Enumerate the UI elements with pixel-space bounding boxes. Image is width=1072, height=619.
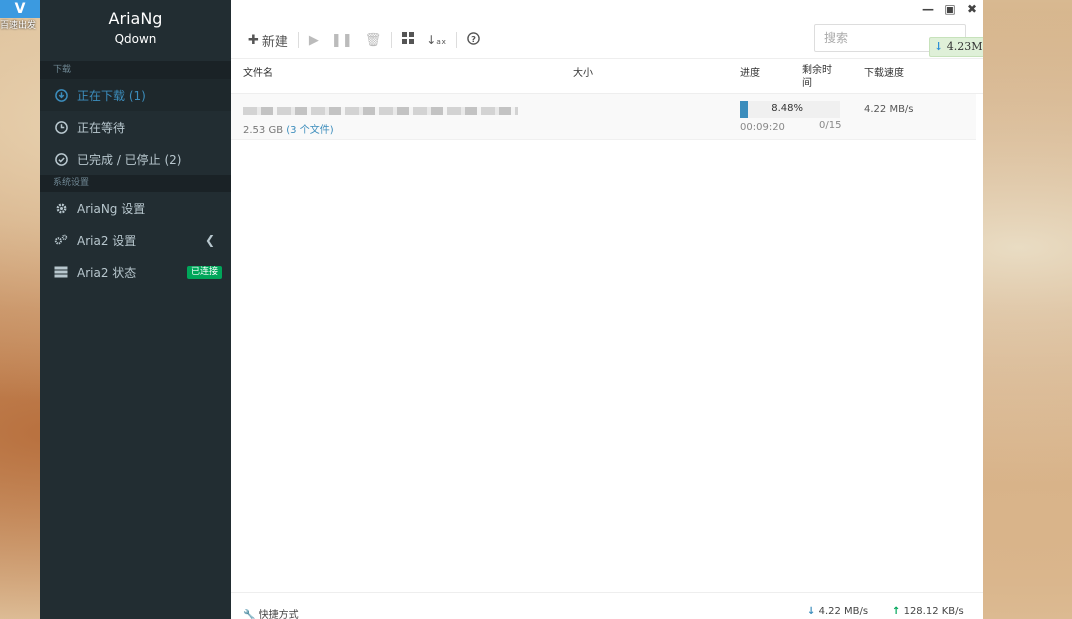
arrow-up-icon: ↑ [892,606,901,617]
global-download-speed: ↓ 4.22 MB/s [807,606,868,617]
check-circle-icon [54,152,68,166]
column-header-speed[interactable]: 下载速度 [864,64,904,79]
task-progress-percent: 8.48% [771,103,803,114]
maximize-icon[interactable]: ▣ [943,2,957,16]
sidebar-item-label: 正在等待 [77,120,126,135]
task-files-link[interactable]: (3 个文件) [286,125,333,136]
sidebar-item-aria2-settings[interactable]: Aria2 设置 ❮ [40,224,231,256]
minimize-icon[interactable]: — [921,2,935,16]
question-circle-icon: ? [467,31,481,49]
section-header-settings: 系统设置 [40,175,231,192]
help-button[interactable]: ? [461,29,486,51]
task-progress-bar: 8.48% [740,101,840,118]
floating-speed-value: 4.23MB/s [946,40,983,53]
svg-text:?: ? [471,33,476,43]
task-download-speed: 4.22 MB/s [864,104,914,115]
sidebar-item-label: Aria2 状态 [77,265,137,280]
task-filename-blurred[interactable] [243,107,518,115]
window-controls: — ▣ ✖ [921,2,979,16]
toolbar-divider [456,32,458,48]
shortcut-label: 快捷方式 [258,610,299,619]
gear-icon [54,201,68,215]
new-task-button[interactable]: ✚ 新建 [242,29,294,51]
task-connections: 0/15 [819,120,842,131]
column-header-size[interactable]: 大小 [573,64,593,79]
sidebar-item-ariang-settings[interactable]: AriaNg 设置 [40,192,231,224]
desktop-shortcut-label: 百速出发 [0,21,37,31]
pause-icon: ❚❚ [330,32,353,48]
ariang-window: AriaNg Qdown 下载 正在下载 (1) 正在等待 已完成 / 已停止 … [40,0,983,619]
task-size: 2.53 GB [243,125,284,136]
task-table-header: 文件名 大小 进度 剩余时间 下载速度 [231,58,983,94]
delete-button[interactable]: 🗑 [359,29,388,51]
section-header-downloads: 下载 [40,62,231,79]
sidebar-item-label: Aria2 设置 [77,233,137,248]
play-icon: ▶ [308,32,319,48]
wrench-icon: 🔧 [243,610,256,619]
sidebar-item-label: AriaNg 设置 [77,201,146,216]
sidebar-item-downloading[interactable]: 正在下载 (1) [40,79,231,111]
table-row[interactable]: 2.53 GB (3 个文件) 8.48% 00:09:20 0/15 4.22… [231,94,976,140]
sidebar-item-aria2-status[interactable]: Aria2 状态 已连接 [40,256,231,288]
sidebar-item-stopped[interactable]: 已完成 / 已停止 (2) [40,143,231,175]
sidebar-item-label: 已完成 / 已停止 (2) [77,152,182,167]
brand-subtitle: Qdown [114,32,157,46]
download-circle-icon [54,88,68,102]
arrow-down-icon: ↓ [807,606,816,617]
pause-button[interactable]: ❚❚ [325,29,359,51]
floating-speed-indicator[interactable]: ↓ 4.23MB/s [929,37,983,57]
plus-icon: ✚ [248,32,259,48]
connected-badge: 已连接 [186,266,222,279]
column-header-progress[interactable]: 进度 [740,64,760,79]
task-progress-fill [740,101,749,118]
select-all-button[interactable] [396,29,420,51]
sidebar-item-label: 正在下载 (1) [77,88,146,103]
gears-icon [54,233,68,247]
task-elapsed-time: 00:09:20 [740,122,785,133]
toolbar-divider [391,32,393,48]
column-header-name[interactable]: 文件名 [243,64,273,79]
sidebar: AriaNg Qdown 下载 正在下载 (1) 正在等待 已完成 / 已停止 … [40,0,231,619]
sort-alpha-icon: ↓ₐₓ [426,33,447,47]
main-panel: — ▣ ✖ ✚ 新建 ▶ ❚❚ 🗑 ↓ₐₓ ? 搜索 ↓ 4.23M 文件名 大… [231,0,983,619]
global-upload-speed-value: 128.12 KB/s [903,606,964,617]
status-footer: 🔧 快捷方式 ↓ 4.22 MB/s ↑ 128.12 KB/s [231,592,983,619]
shortcut-link[interactable]: 🔧 快捷方式 [243,606,299,619]
sort-button[interactable]: ↓ₐₓ [420,29,452,51]
arrow-down-icon: ↓ [934,40,944,53]
toolbar-divider [297,32,299,48]
task-meta: 2.53 GB (3 个文件) [243,121,334,136]
toolbar: ✚ 新建 ▶ ❚❚ 🗑 ↓ₐₓ ? [231,22,983,58]
search-input[interactable] [824,31,944,45]
new-task-label: 新建 [261,34,288,50]
server-icon [54,265,68,279]
desktop-shortcut[interactable]: V 百速出发 [0,0,40,31]
global-upload-speed: ↑ 128.12 KB/s [892,606,964,617]
close-icon[interactable]: ✖ [965,2,979,16]
start-button[interactable]: ▶ [303,29,325,51]
sidebar-item-waiting[interactable]: 正在等待 [40,111,231,143]
brand-name: AriaNg [108,9,163,28]
column-header-remaining[interactable]: 剩余时间 [802,64,838,90]
brand[interactable]: AriaNg Qdown [40,0,231,62]
grid-icon [402,32,415,48]
chevron-left-icon: ❮ [204,233,215,247]
clock-icon [54,120,68,134]
global-download-speed-value: 4.22 MB/s [818,606,869,617]
trash-icon: 🗑 [364,32,382,48]
app-logo-icon: V [0,0,40,18]
